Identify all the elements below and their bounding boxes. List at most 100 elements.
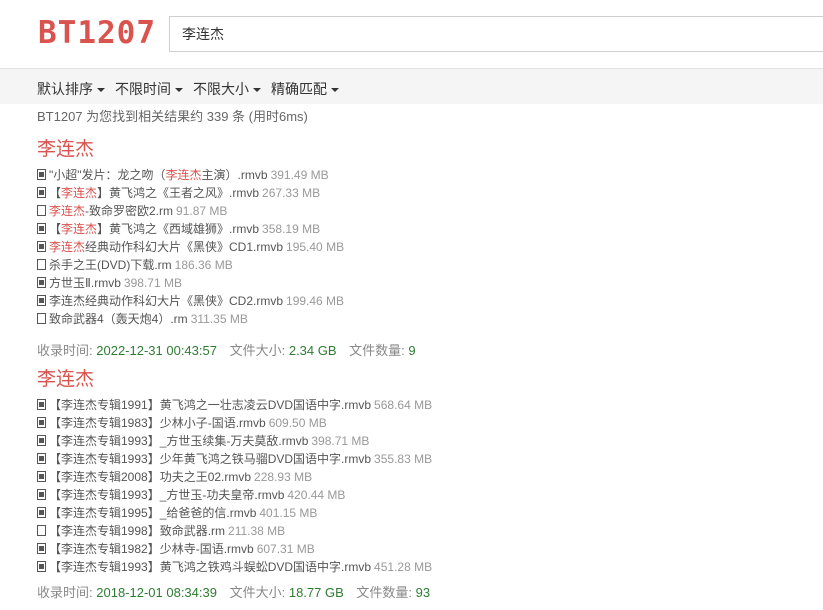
film-file-icon xyxy=(37,489,46,500)
file-item: 【李连杰】黄飞鸿之《王者之风》.rmvb 267.33 MB xyxy=(37,184,817,202)
file-name-link[interactable]: 【李连杰专辑1991】黄飞鸿之一壮志凌云DVD国语中字.rmvb xyxy=(49,398,371,412)
sort-dropdown-label: 默认排序 xyxy=(37,81,93,97)
file-name-link[interactable]: 【李连杰专辑1998】致命武器.rm xyxy=(49,524,225,538)
file-name-link[interactable]: 【李连杰专辑1983】少林小子-国语.rmvb xyxy=(49,416,266,430)
caret-down-icon xyxy=(331,88,339,93)
file-size: 451.28 MB xyxy=(374,560,433,574)
file-name-text: 【李连杰专辑1993】_方世玉-功夫皇帝.rmvb xyxy=(49,488,285,502)
result-title-link[interactable]: 李连杰 xyxy=(37,138,817,162)
file-name-link[interactable]: 【李连杰】黄飞鸿之《西域雄狮》.rmvb xyxy=(49,222,259,236)
file-name-text: 方世玉Ⅱ.rmvb xyxy=(49,276,121,290)
file-name-link[interactable]: 【李连杰专辑2008】功夫之王02.rmvb xyxy=(49,470,251,484)
file-name-text: 【李连杰专辑1991】黄飞鸿之一壮志凌云DVD国语中字.rmvb xyxy=(49,398,372,412)
film-file-icon xyxy=(37,241,46,252)
file-name-link[interactable]: 【李连杰专辑1982】少林寺-国语.rmvb xyxy=(49,542,254,556)
caret-down-icon xyxy=(175,88,183,93)
file-size: 195.40 MB xyxy=(286,240,345,254)
search-result: 李连杰 【李连杰专辑1991】黄飞鸿之一壮志凌云DVD国语中字.rmvb 568.… xyxy=(37,368,817,601)
file-size: 199.46 MB xyxy=(286,294,345,308)
file-name-text: 【李连杰专辑1993】_方世玉续集-万夫莫敌.rmvb xyxy=(49,434,309,448)
keyword-highlight: 李连杰 xyxy=(165,168,202,182)
file-name-text: 【李连杰专辑1995】_给爸爸的信.rmvb xyxy=(49,506,257,520)
file-size: 398.71 MB xyxy=(123,276,182,290)
file-name-link[interactable]: 【李连杰专辑1995】_给爸爸的信.rmvb xyxy=(49,506,256,520)
file-size: 211.38 MB xyxy=(228,524,286,538)
film-file-icon xyxy=(37,223,46,234)
file-size-label: 文件大小: xyxy=(229,343,286,358)
file-item: 方世玉Ⅱ.rmvb 398.71 MB xyxy=(37,274,817,292)
file-count-label: 文件数量: xyxy=(349,343,405,358)
document-file-icon xyxy=(37,313,46,324)
file-item: 【李连杰】黄飞鸿之《西域雄狮》.rmvb 358.19 MB xyxy=(37,220,817,238)
file-item: 【李连杰专辑1993】少年黄飞鸿之铁马骝DVD国语中字.rmvb 355.83 M… xyxy=(37,450,817,468)
file-name-text: 【李连杰专辑1983】少林小子-国语.rmvb xyxy=(49,416,266,430)
file-name-link[interactable]: 李连杰-致命罗密欧2.rm xyxy=(49,204,173,218)
file-name-link[interactable]: 【李连杰】黄飞鸿之《王者之风》.rmvb xyxy=(49,186,259,200)
file-name-link[interactable]: 李连杰经典动作科幻大片《黑侠》CD1.rmvb xyxy=(49,240,283,254)
film-file-icon xyxy=(37,187,46,198)
file-size: 355.83 MB xyxy=(374,452,433,466)
file-size: 391.49 MB xyxy=(270,168,329,182)
size-filter-label: 不限大小 xyxy=(193,81,249,97)
file-name-link[interactable]: 杀手之王(DVD)下载.rm xyxy=(49,258,172,272)
file-name-text: 】黄飞鸿之《西域雄狮》.rmvb xyxy=(97,222,260,236)
file-item: "小超"发片：龙之吻（李连杰主演）.rmvb 391.49 MB xyxy=(37,166,817,184)
time-filter-dropdown[interactable]: 不限时间 xyxy=(115,79,183,99)
file-item: 【李连杰专辑2008】功夫之王02.rmvb 228.93 MB xyxy=(37,468,817,486)
collect-time-label: 收录时间: xyxy=(37,585,93,600)
sort-dropdown[interactable]: 默认排序 xyxy=(37,79,105,99)
file-count-value: 93 xyxy=(415,585,431,600)
keyword-highlight: 李连杰 xyxy=(49,240,86,254)
file-name-link[interactable]: 【李连杰专辑1993】少年黄飞鸿之铁马骝DVD国语中字.rmvb xyxy=(49,452,371,466)
collect-time-value: 2022-12-31 00:43:57 xyxy=(96,343,217,358)
file-name-text: 【 xyxy=(49,222,62,236)
caret-down-icon xyxy=(97,88,105,93)
file-name-text: 【李连杰专辑1982】少林寺-国语.rmvb xyxy=(49,542,254,556)
file-item: 杀手之王(DVD)下载.rm 186.36 MB xyxy=(37,256,817,274)
file-size-value: 18.77 GB xyxy=(288,585,344,600)
document-file-icon xyxy=(37,205,46,216)
result-meta: 收录时间: 2022-12-31 00:43:57 文件大小: 2.34 GB … xyxy=(37,340,817,359)
file-list: "小超"发片：龙之吻（李连杰主演）.rmvb 391.49 MB 【李连杰】黄飞鸿之… xyxy=(37,166,817,328)
file-size: 228.93 MB xyxy=(254,470,313,484)
document-file-icon xyxy=(37,259,46,270)
file-name-link[interactable]: "小超"发片：龙之吻（李连杰主演）.rmvb xyxy=(49,168,268,182)
collect-time-label: 收录时间: xyxy=(37,343,93,358)
search-input[interactable]: 李连杰 xyxy=(169,16,823,52)
film-file-icon xyxy=(37,561,46,572)
file-name-link[interactable]: 【李连杰专辑1993】_方世玉-功夫皇帝.rmvb xyxy=(49,488,284,502)
file-item: 【李连杰专辑1993】_方世玉-功夫皇帝.rmvb 420.44 MB xyxy=(37,486,817,504)
file-name-link[interactable]: 致命武器4（轰天炮4）.rm xyxy=(49,312,188,326)
file-size-value: 2.34 GB xyxy=(288,343,337,358)
size-filter-dropdown[interactable]: 不限大小 xyxy=(193,79,261,99)
film-file-icon xyxy=(37,277,46,288)
file-name-link[interactable]: 方世玉Ⅱ.rmvb xyxy=(49,276,121,290)
file-name-text: 李连杰经典动作科幻大片《黑侠》CD2.rmvb xyxy=(49,294,284,308)
file-item: 李连杰经典动作科幻大片《黑侠》CD2.rmvb 199.46 MB xyxy=(37,292,817,310)
film-file-icon xyxy=(37,507,46,518)
file-name-text: -致命罗密欧2.rm xyxy=(85,204,174,218)
file-name-text: 【 xyxy=(49,186,62,200)
file-name-link[interactable]: 李连杰经典动作科幻大片《黑侠》CD2.rmvb xyxy=(49,294,283,308)
document-file-icon xyxy=(37,525,46,536)
result-stats: BT1207 为您找到相关结果约 339 条 (用时6ms) xyxy=(37,109,308,124)
film-file-icon xyxy=(37,543,46,554)
match-filter-label: 精确匹配 xyxy=(271,81,327,97)
file-count-label: 文件数量: xyxy=(356,585,413,600)
file-item: 李连杰-致命罗密欧2.rm 91.87 MB xyxy=(37,202,817,220)
file-name-link[interactable]: 【李连杰专辑1993】黄飞鸿之铁鸡斗蜈蚣DVD国语中字.rmvb xyxy=(49,560,371,574)
file-count-value: 9 xyxy=(408,343,416,358)
file-item: 李连杰经典动作科幻大片《黑侠》CD1.rmvb 195.40 MB xyxy=(37,238,817,256)
result-title-link[interactable]: 李连杰 xyxy=(37,368,817,392)
film-file-icon xyxy=(37,471,46,482)
site-logo[interactable]: BT1207 xyxy=(38,15,156,51)
file-name-link[interactable]: 【李连杰专辑1993】_方世玉续集-万夫莫敌.rmvb xyxy=(49,434,308,448)
match-filter-dropdown[interactable]: 精确匹配 xyxy=(271,79,339,99)
file-size-label: 文件大小: xyxy=(229,585,286,600)
file-item: 【李连杰专辑1998】致命武器.rm 211.38 MB xyxy=(37,522,817,540)
keyword-highlight: 李连杰 xyxy=(61,222,98,236)
film-file-icon xyxy=(37,169,46,180)
file-name-text: 【李连杰专辑2008】功夫之王02.rmvb xyxy=(49,470,252,484)
file-item: 【李连杰专辑1982】少林寺-国语.rmvb 607.31 MB xyxy=(37,540,817,558)
collect-time-value: 2018-12-01 08:34:39 xyxy=(96,585,217,600)
